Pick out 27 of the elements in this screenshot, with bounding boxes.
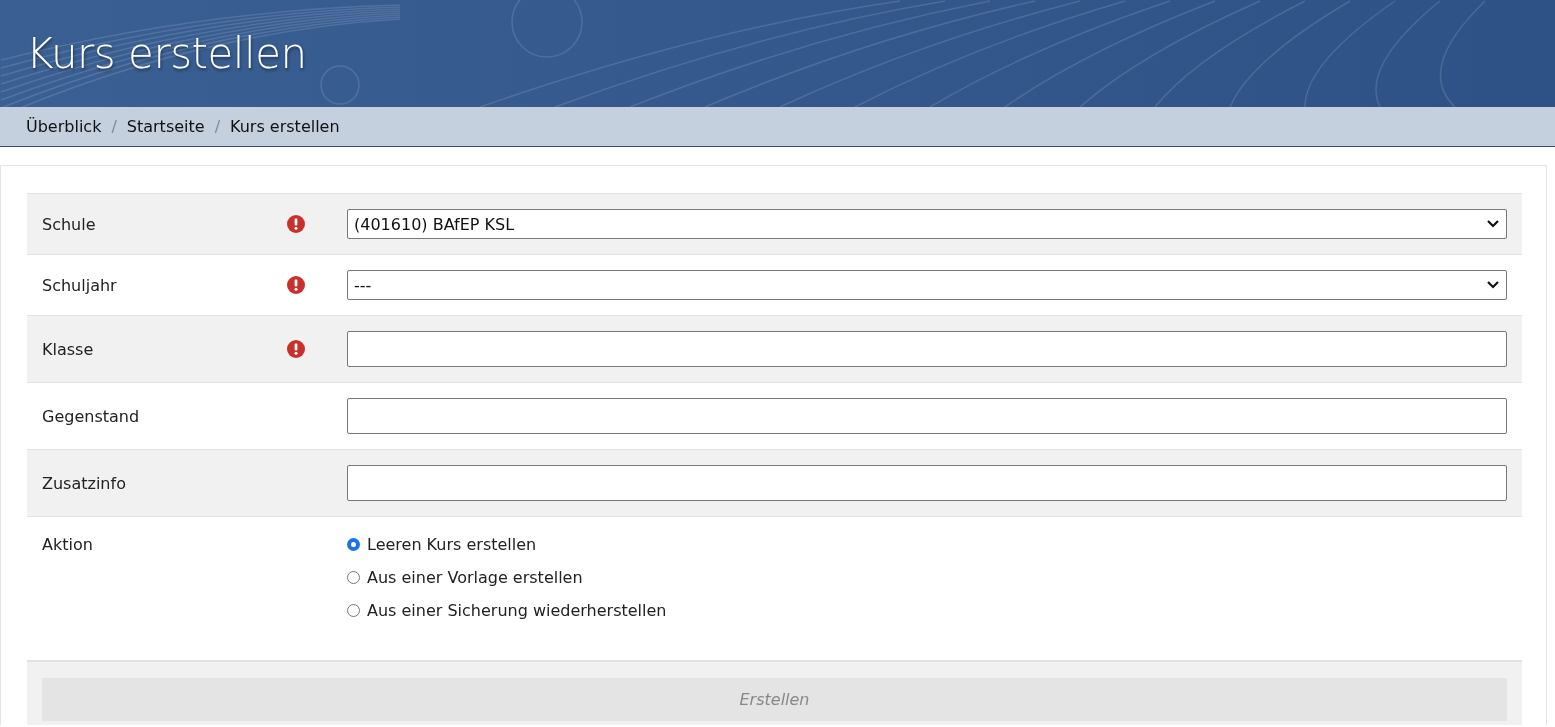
breadcrumb-separator: / [111,117,117,136]
page-title: Kurs erstellen [26,29,307,78]
ring-drawing [320,65,360,105]
select-field[interactable]: --- [347,270,1507,300]
radio-option[interactable]: Aus einer Sicherung wiederherstellen [347,601,667,620]
chevron-down-icon [1486,219,1500,229]
breadcrumb-separator: / [214,117,220,136]
radio-button[interactable] [347,571,360,584]
field-label: Schuljahr [42,275,118,295]
ring-drawing [511,0,583,58]
text-field[interactable] [347,398,1507,434]
field-label: Aktion [42,535,94,554]
breadcrumb-link[interactable]: Startseite [126,117,205,136]
breadcrumb-link[interactable]: Überblick [26,117,102,136]
field-label: Klasse [42,339,95,359]
text-field[interactable] [347,331,1507,367]
radio-button[interactable] [347,604,360,617]
select-field[interactable]: (401610) BAfEP KSL [347,209,1507,239]
radio-button[interactable] [347,538,360,551]
field-label: Gegenstand [42,406,141,426]
radio-option[interactable]: Aus einer Vorlage erstellen [347,568,667,587]
breadcrumb-link[interactable]: Kurs erstellen [230,117,340,136]
radio-option[interactable]: Leeren Kurs erstellen [347,535,667,554]
field-label: Schule [42,214,97,234]
chevron-down-icon [1486,280,1500,290]
text-field[interactable] [347,465,1507,501]
field-label: Zusatzinfo [42,473,127,493]
